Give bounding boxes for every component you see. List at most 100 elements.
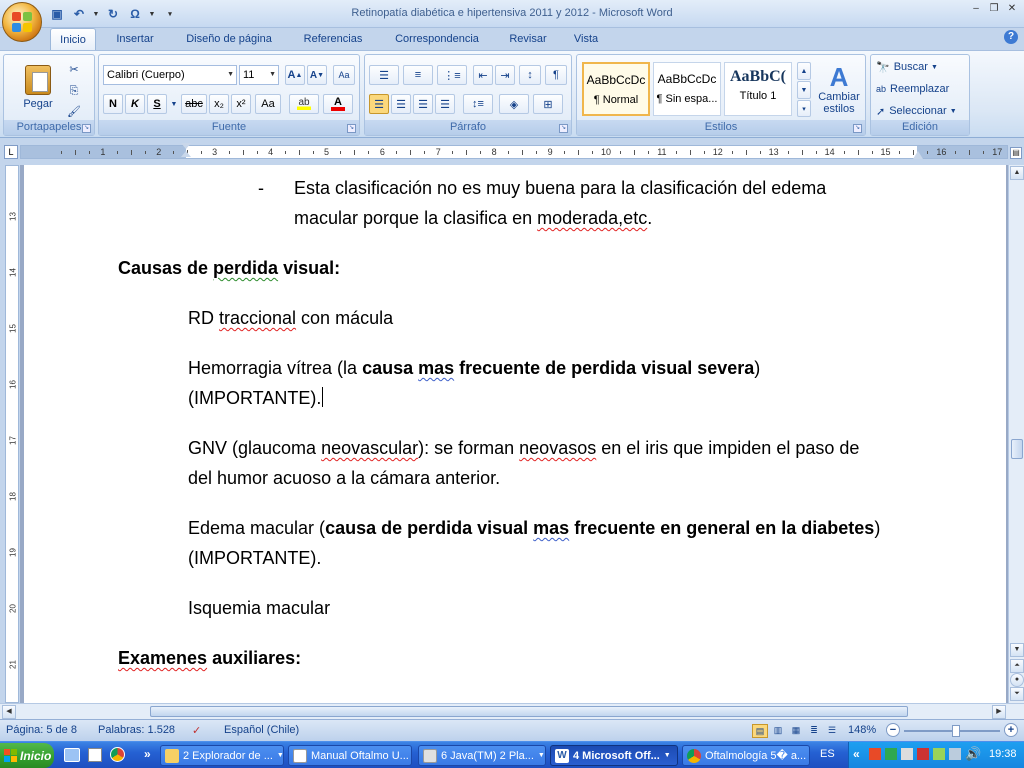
find-button[interactable]: 🔭 Buscar ▼ xyxy=(875,57,967,77)
browse-object-icon[interactable]: ● xyxy=(1010,673,1024,687)
font-size-combo[interactable]: 11 ▼ xyxy=(239,65,279,85)
styles-scroll-up-icon[interactable]: ▲ xyxy=(797,62,811,80)
tab-diseno-pagina[interactable]: Diseño de página xyxy=(172,28,286,50)
vertical-scrollbar[interactable]: ▲ ▼ ⏶ ● ⏷ xyxy=(1008,165,1024,703)
save-icon[interactable]: ▣ xyxy=(48,5,66,23)
tab-selector[interactable]: L xyxy=(4,145,18,159)
tab-insertar[interactable]: Insertar xyxy=(104,28,166,50)
change-case-button[interactable]: Aa xyxy=(255,94,281,114)
subscript-button[interactable]: x₂ xyxy=(209,94,229,114)
change-styles-button[interactable]: A Cambiar estilos xyxy=(815,59,863,119)
cut-icon[interactable]: ✂ xyxy=(64,59,84,79)
taskbar-java[interactable]: 6 Java(TM) 2 Pla... ▼ xyxy=(418,745,546,766)
tray-network-icon[interactable] xyxy=(885,748,897,760)
paragraph-launcher-icon[interactable]: ↘ xyxy=(559,124,568,133)
web-layout-icon[interactable]: ▦ xyxy=(788,724,804,738)
right-indent-marker[interactable] xyxy=(913,151,923,159)
align-right-icon[interactable]: ☰ xyxy=(413,94,433,114)
tray-security-icon[interactable] xyxy=(917,748,929,760)
hscroll-thumb[interactable] xyxy=(150,706,908,717)
decrease-indent-icon[interactable]: ⇤ xyxy=(473,65,493,85)
shading-icon[interactable]: ◈ xyxy=(499,94,529,114)
tray-expand-icon[interactable]: « xyxy=(853,747,860,761)
status-page[interactable]: Página: 5 de 8 xyxy=(6,724,77,736)
multilevel-list-icon[interactable]: ⋮≡ xyxy=(437,65,467,85)
bold-button[interactable]: N xyxy=(103,94,123,114)
copy-icon[interactable]: ⎘ xyxy=(64,81,84,101)
increase-indent-icon[interactable]: ⇥ xyxy=(495,65,515,85)
font-color-icon[interactable]: A xyxy=(323,94,353,114)
scroll-left-icon[interactable]: ◀ xyxy=(2,705,16,719)
line-spacing-icon[interactable]: ↕≡ xyxy=(463,94,493,114)
show-desktop-icon[interactable] xyxy=(64,748,80,762)
font-launcher-icon[interactable]: ↘ xyxy=(347,124,356,133)
status-language[interactable]: Español (Chile) xyxy=(224,724,299,736)
chrome-icon[interactable] xyxy=(110,747,125,762)
spelling-check-icon[interactable]: ✓ xyxy=(192,724,201,737)
show-marks-icon[interactable]: ¶ xyxy=(545,65,567,85)
tray-volume-icon[interactable]: 🔊 xyxy=(965,746,981,762)
italic-button[interactable]: K xyxy=(125,94,145,114)
paste-button[interactable]: Pegar xyxy=(8,57,68,117)
symbol-omega-icon[interactable]: Ω xyxy=(126,5,144,23)
zoom-slider-thumb[interactable] xyxy=(952,725,960,737)
tab-revisar[interactable]: Revisar xyxy=(500,28,556,50)
help-icon[interactable]: ? xyxy=(1004,30,1018,44)
shrink-font-icon[interactable]: A ▼ xyxy=(307,65,327,85)
zoom-out-icon[interactable]: − xyxy=(886,723,900,737)
styles-launcher-icon[interactable]: ↘ xyxy=(853,124,862,133)
scroll-right-icon[interactable]: ▶ xyxy=(992,705,1006,719)
style-heading-1[interactable]: AaBbC( Título 1 xyxy=(724,62,792,116)
restore-icon[interactable]: ❐ xyxy=(986,2,1002,16)
previous-page-icon[interactable]: ⏶ xyxy=(1010,659,1024,673)
clock[interactable]: 19:38 xyxy=(989,748,1017,760)
taskbar-explorer[interactable]: 2 Explorador de ... ▼ xyxy=(160,745,284,766)
undo-icon[interactable]: ↶ xyxy=(70,5,88,23)
borders-icon[interactable]: ⊞ xyxy=(533,94,563,114)
more-quicklaunch-icon[interactable]: » xyxy=(144,747,151,761)
tab-inicio[interactable]: Inicio xyxy=(50,28,96,50)
start-button[interactable]: Inicio xyxy=(0,743,54,768)
scroll-up-icon[interactable]: ▲ xyxy=(1010,166,1024,180)
tab-referencias[interactable]: Referencias xyxy=(292,28,374,50)
customize-qat-icon[interactable]: ▾ xyxy=(166,5,174,23)
styles-scroll-down-icon[interactable]: ▼ xyxy=(797,81,811,99)
status-zoom[interactable]: 148% xyxy=(848,724,876,736)
taskbar-word[interactable]: W 4 Microsoft Off... ▼ xyxy=(550,745,678,766)
sort-icon[interactable]: ↕ xyxy=(519,65,541,85)
print-layout-icon[interactable]: ▤ xyxy=(752,724,768,738)
font-name-combo[interactable]: Calibri (Cuerpo) ▼ xyxy=(103,65,237,85)
tab-vista[interactable]: Vista xyxy=(564,28,608,50)
taskbar-manual[interactable]: Manual Oftalmo U... xyxy=(288,745,412,766)
tray-usb-icon[interactable] xyxy=(933,748,945,760)
underline-button[interactable]: S xyxy=(147,94,167,114)
highlight-icon[interactable]: ab xyxy=(289,94,319,114)
symbol-dropdown-icon[interactable]: ▼ xyxy=(148,5,156,23)
horizontal-scrollbar[interactable]: ◀ ▶ xyxy=(0,703,1024,719)
bullets-icon[interactable]: ☰ xyxy=(369,65,399,85)
indent-marker[interactable] xyxy=(181,143,191,161)
view-ruler-icon[interactable]: ▤ xyxy=(1010,147,1022,159)
style-no-spacing[interactable]: AaBbCcDc ¶ Sin espa... xyxy=(653,62,721,116)
grow-font-icon[interactable]: A ▲ xyxy=(285,65,305,85)
full-screen-reading-icon[interactable]: ▥ xyxy=(770,724,786,738)
scroll-thumb[interactable] xyxy=(1011,439,1023,459)
scroll-down-icon[interactable]: ▼ xyxy=(1010,643,1024,657)
outline-icon[interactable]: ≣ xyxy=(806,724,822,738)
align-left-icon[interactable]: ☰ xyxy=(369,94,389,114)
ruler-strip[interactable]: 1 2 3 4 5 6 7 8 9 10 11 12 13 14 15 16 17 xyxy=(20,145,1013,159)
next-page-icon[interactable]: ⏷ xyxy=(1010,687,1024,701)
draft-icon[interactable]: ☰ xyxy=(824,724,840,738)
close-icon[interactable]: ✕ xyxy=(1004,2,1020,16)
tray-lan-icon[interactable] xyxy=(901,748,913,760)
tray-display-icon[interactable] xyxy=(949,748,961,760)
clipboard-launcher-icon[interactable]: ↘ xyxy=(82,124,91,133)
align-center-icon[interactable]: ☰ xyxy=(391,94,411,114)
office-button[interactable] xyxy=(2,2,42,42)
status-words[interactable]: Palabras: 1.528 xyxy=(98,724,175,736)
minimize-icon[interactable]: – xyxy=(968,2,984,16)
numbering-icon[interactable]: ≡ xyxy=(403,65,433,85)
document-page[interactable]: - Esta clasificación no es muy buena par… xyxy=(24,165,1006,703)
notepad-icon[interactable] xyxy=(88,748,102,762)
format-painter-icon[interactable]: 🖌 xyxy=(64,101,84,121)
